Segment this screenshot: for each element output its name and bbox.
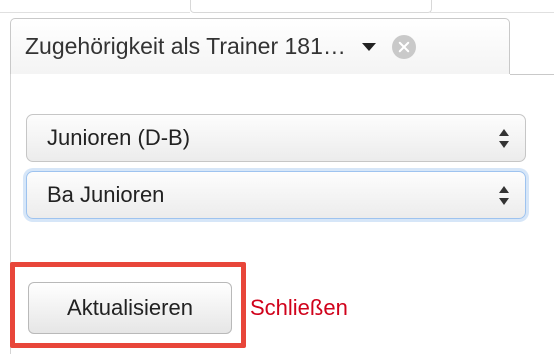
close-link[interactable]: Schließen: [250, 295, 348, 321]
divider: [510, 74, 554, 75]
up-down-arrows-icon: [499, 128, 509, 150]
category-select-value: Junioren (D-B): [47, 125, 191, 150]
team-select-value: Ba Junioren: [47, 182, 165, 207]
filter-title: Zugehörigkeit als Trainer 181…: [25, 33, 346, 59]
divider: [0, 12, 190, 13]
update-button[interactable]: Aktualisieren: [28, 282, 232, 334]
category-select[interactable]: Junioren (D-B): [26, 114, 526, 162]
close-icon[interactable]: [391, 34, 416, 59]
filter-tag[interactable]: Zugehörigkeit als Trainer 181…: [10, 18, 510, 74]
team-select[interactable]: Ba Junioren: [26, 171, 526, 219]
filter-widget: Zugehörigkeit als Trainer 181… Junioren …: [0, 0, 554, 354]
divider: [430, 12, 554, 13]
top-tab: [190, 0, 432, 13]
up-down-arrows-icon: [499, 185, 509, 207]
caret-down-icon[interactable]: [361, 42, 376, 51]
